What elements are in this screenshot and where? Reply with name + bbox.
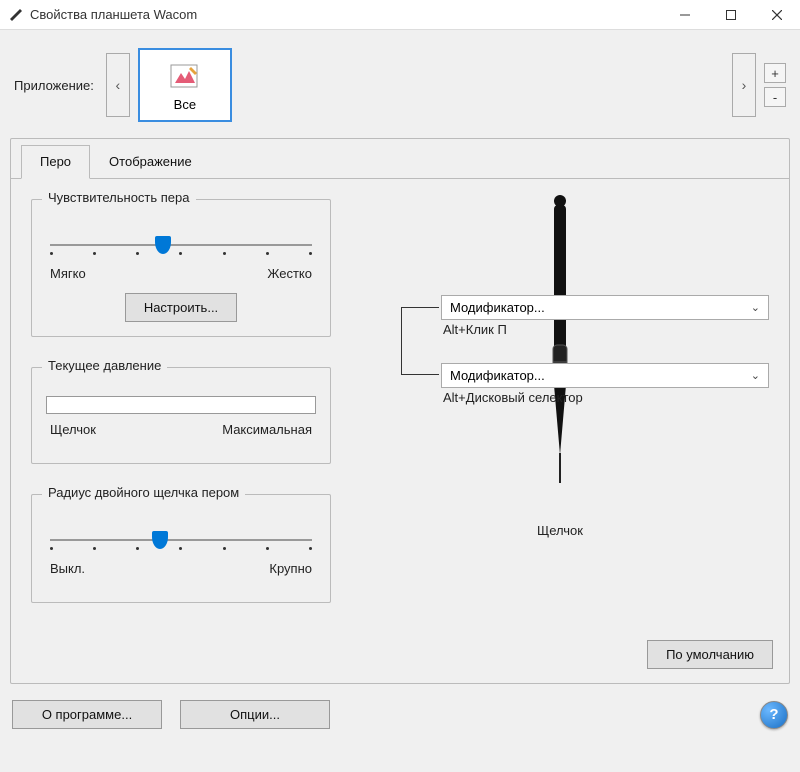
- application-row: Приложение: ‹ Все › + -: [10, 38, 790, 134]
- doubleclick-off-label: Выкл.: [50, 561, 85, 576]
- doubleclick-group: Радиус двойного щелчка пером Выкл. Крупн…: [31, 494, 331, 603]
- application-all[interactable]: Все: [138, 48, 232, 122]
- pen-upper-button-dropdown[interactable]: Модификатор... ⌄: [441, 295, 769, 320]
- main-area: Приложение: ‹ Все › + - Перо Отображение: [0, 30, 800, 772]
- sensitivity-firm-label: Жестко: [267, 266, 312, 281]
- application-all-label: Все: [174, 97, 196, 112]
- minimize-button[interactable]: [662, 0, 708, 30]
- pen-upper-button-value: Alt+Клик П: [441, 322, 769, 337]
- apps-icon: [167, 59, 203, 95]
- pen-diagram: Щелчок Модификатор... ⌄ Alt+Клик П Модиф…: [351, 199, 769, 633]
- chevron-down-icon: ⌄: [751, 369, 760, 382]
- doubleclick-title: Радиус двойного щелчка пером: [42, 485, 245, 500]
- doubleclick-slider[interactable]: [50, 529, 312, 553]
- application-label: Приложение:: [14, 78, 94, 93]
- sensitivity-slider[interactable]: [50, 234, 312, 258]
- app-next-button[interactable]: ›: [732, 53, 756, 117]
- tab-pen[interactable]: Перо: [21, 145, 90, 179]
- sensitivity-soft-label: Мягко: [50, 266, 86, 281]
- sensitivity-group: Чувствительность пера Мягко Жестко: [31, 199, 331, 337]
- settings-panel: Перо Отображение Чувствительность пера: [10, 138, 790, 684]
- tab-mapping[interactable]: Отображение: [90, 145, 211, 178]
- default-button[interactable]: По умолчанию: [647, 640, 773, 669]
- pen-tip-label: Щелчок: [537, 523, 583, 538]
- maximize-button[interactable]: [708, 0, 754, 30]
- pressure-max-label: Максимальная: [222, 422, 312, 437]
- app-remove-button[interactable]: -: [764, 87, 786, 107]
- about-button[interactable]: О программе...: [12, 700, 162, 729]
- tab-content: Чувствительность пера Мягко Жестко: [11, 179, 789, 653]
- pen-lower-button-dropdown[interactable]: Модификатор... ⌄: [441, 363, 769, 388]
- pen-icon: [540, 195, 580, 495]
- pressure-title: Текущее давление: [42, 358, 167, 373]
- doubleclick-large-label: Крупно: [269, 561, 312, 576]
- title-bar: Свойства планшета Wacom: [0, 0, 800, 30]
- pressure-click-label: Щелчок: [50, 422, 96, 437]
- window-title: Свойства планшета Wacom: [30, 7, 662, 22]
- app-icon: [8, 7, 24, 23]
- close-button[interactable]: [754, 0, 800, 30]
- app-prev-button[interactable]: ‹: [106, 53, 130, 117]
- sensitivity-title: Чувствительность пера: [42, 190, 196, 205]
- pen-lower-button-value: Alt+Дисковый селектор: [441, 390, 769, 405]
- help-button[interactable]: ?: [760, 701, 788, 729]
- pressure-group: Текущее давление Щелчок Максимальная: [31, 367, 331, 464]
- tabs: Перо Отображение: [11, 139, 789, 179]
- chevron-down-icon: ⌄: [751, 301, 760, 314]
- app-add-button[interactable]: +: [764, 63, 786, 83]
- footer: О программе... Опции... ?: [10, 694, 790, 735]
- customize-button[interactable]: Настроить...: [125, 293, 237, 322]
- options-button[interactable]: Опции...: [180, 700, 330, 729]
- pressure-bar: [46, 396, 316, 414]
